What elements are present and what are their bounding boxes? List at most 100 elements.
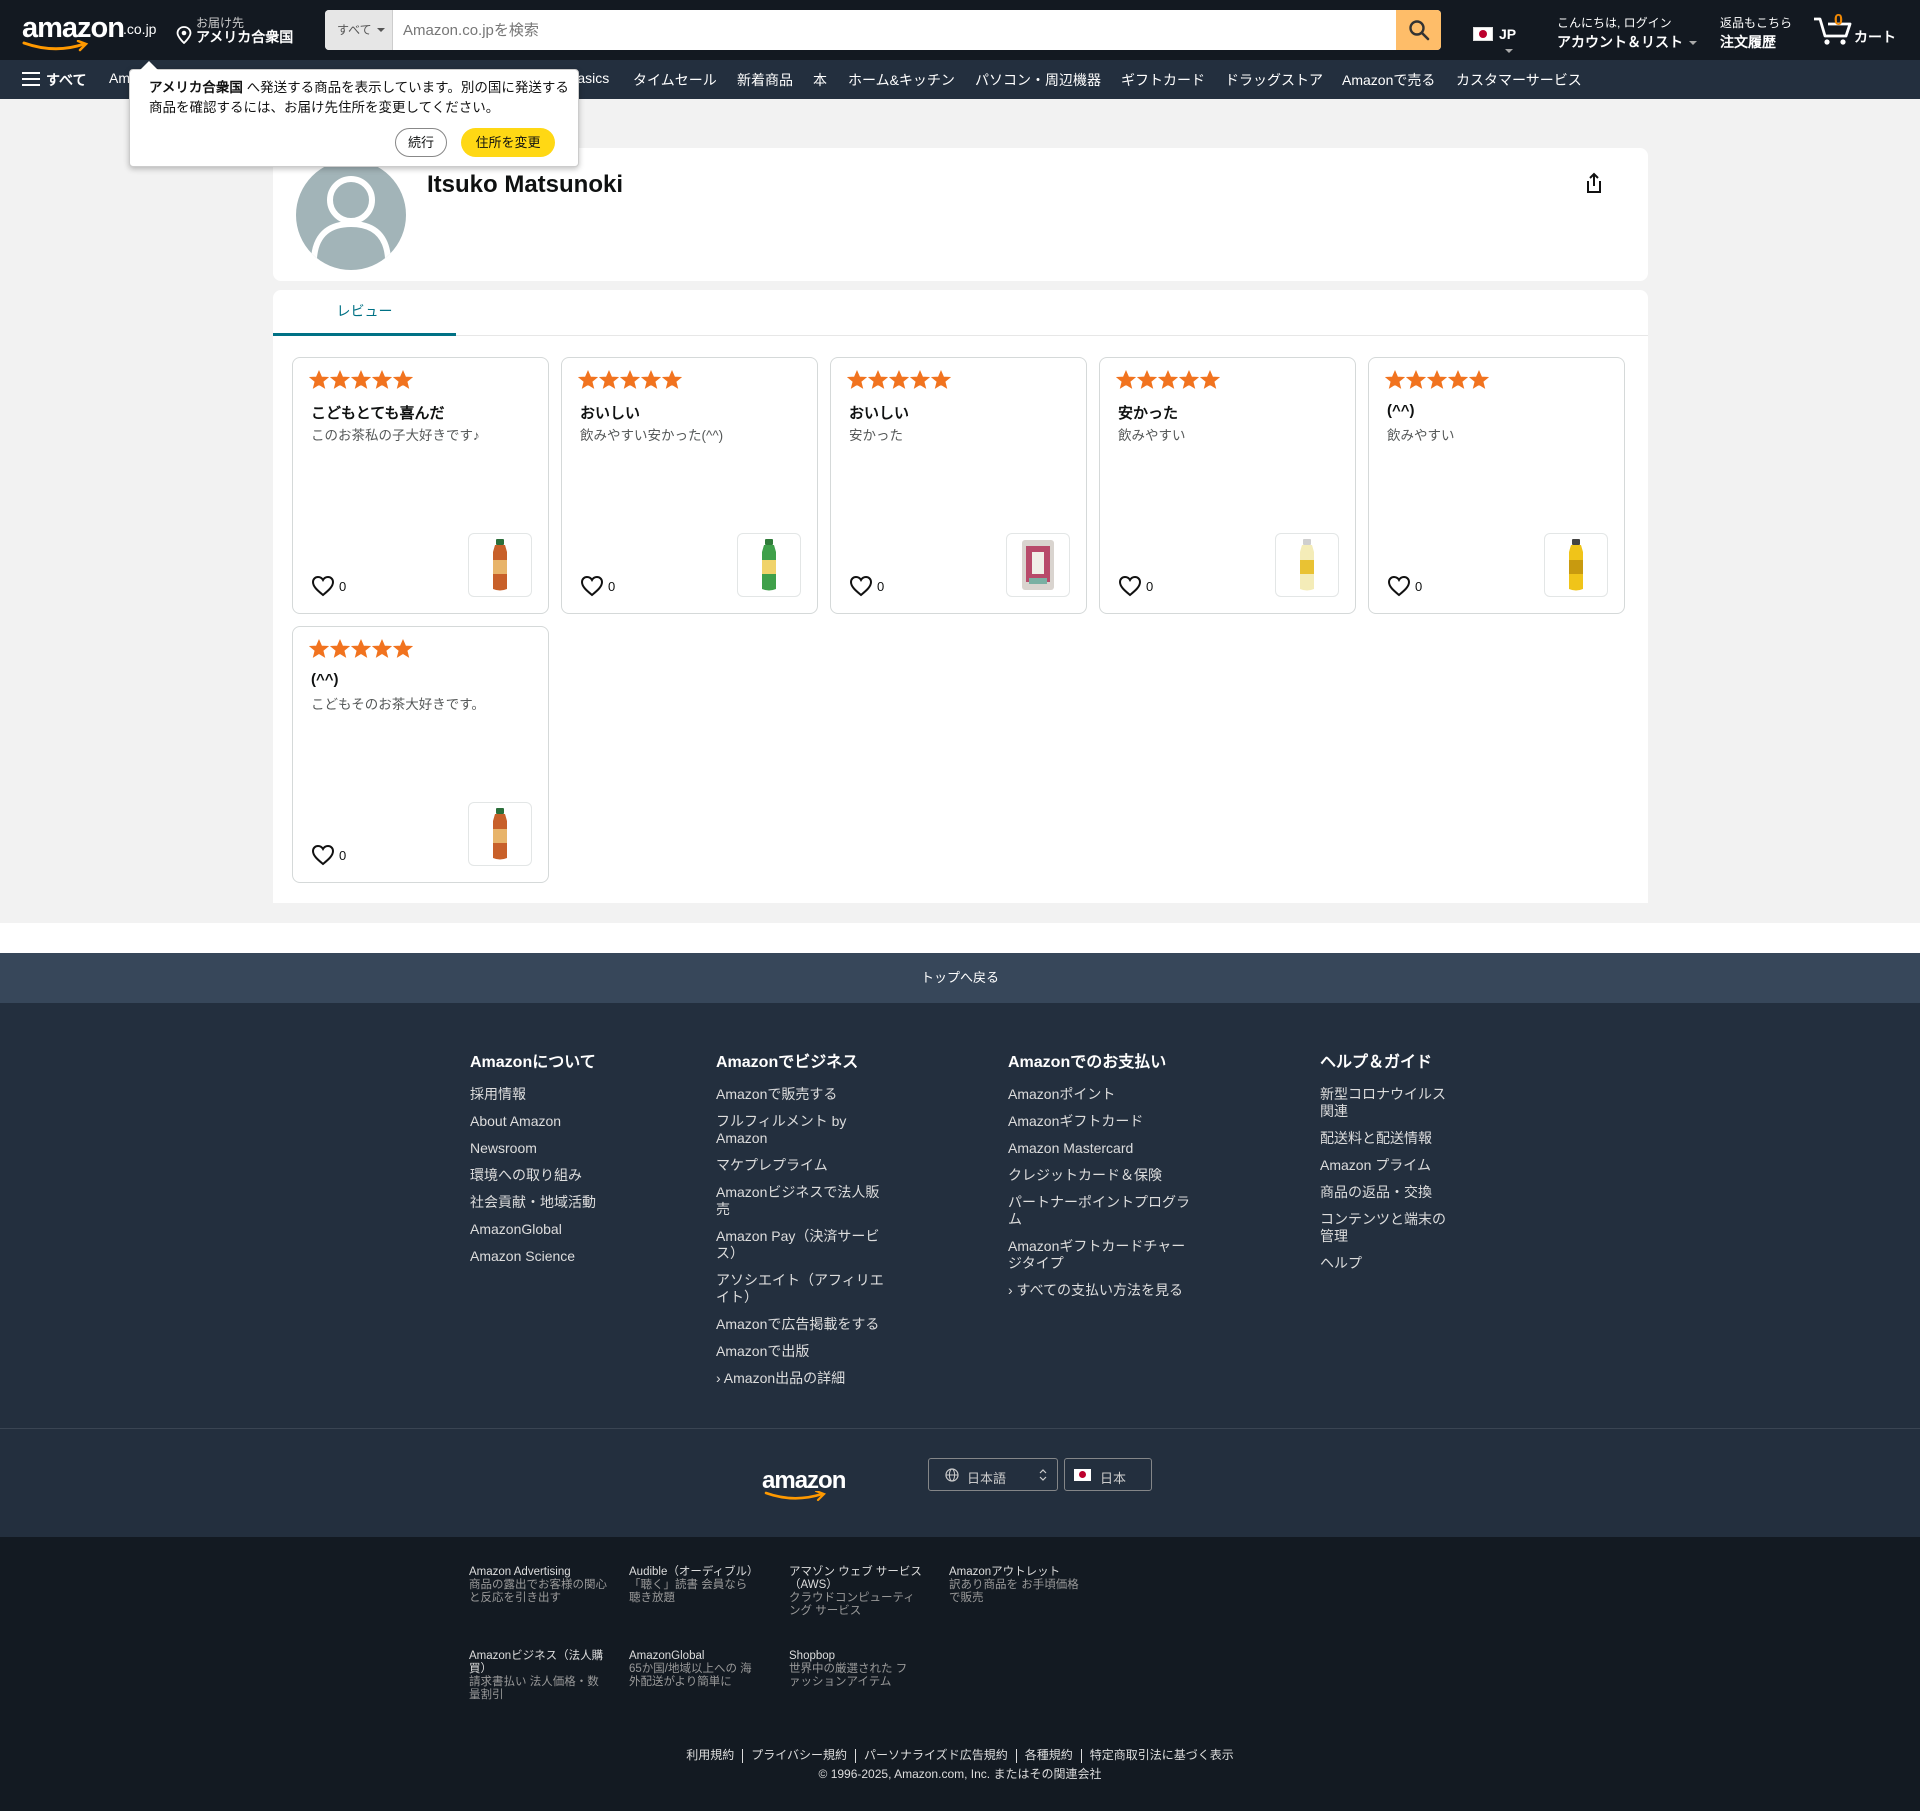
- returns-orders[interactable]: 返品もこちら 注文履歴: [1720, 14, 1800, 52]
- search-input[interactable]: [393, 10, 1393, 50]
- footer-link[interactable]: ヘルプ: [1320, 1255, 1450, 1272]
- product-thumbnail[interactable]: [1544, 533, 1608, 597]
- legal-link-policies[interactable]: 各種規約: [1025, 1748, 1073, 1762]
- heart-icon[interactable]: [1387, 575, 1411, 597]
- service-item[interactable]: Shopbop 世界中の厳選された ファッションアイテム: [789, 1650, 914, 1689]
- legal-link-ads[interactable]: パーソナライズド広告規約: [864, 1748, 1008, 1762]
- footer-link[interactable]: Amazonギフトカードチャージタイプ: [1008, 1238, 1193, 1272]
- nav-item-books[interactable]: 本: [813, 70, 827, 90]
- footer-link[interactable]: Amazonで広告掲載をする: [716, 1316, 891, 1333]
- account-menu[interactable]: こんにちは, ログイン アカウント＆リスト: [1557, 14, 1707, 52]
- share-button[interactable]: [1579, 168, 1609, 198]
- footer-column-payment: Amazonでのお支払い Amazonポイント Amazonギフトカード Ama…: [1008, 1048, 1193, 1309]
- footer-link[interactable]: › Amazon出品の詳細: [716, 1370, 891, 1387]
- footer-link[interactable]: Amazonビジネスで法人販売: [716, 1184, 891, 1218]
- product-thumbnail[interactable]: [468, 533, 532, 597]
- change-address-button[interactable]: 住所を変更: [461, 128, 555, 157]
- product-thumbnail[interactable]: [468, 802, 532, 866]
- footer-link[interactable]: パートナーポイントプログラム: [1008, 1194, 1193, 1228]
- footer-link[interactable]: 商品の返品・交換: [1320, 1184, 1450, 1201]
- tab-reviews[interactable]: レビュー: [273, 290, 456, 336]
- product-thumbnail[interactable]: [1006, 533, 1070, 597]
- footer-link[interactable]: › すべての支払い方法を見る: [1008, 1282, 1193, 1299]
- footer-link[interactable]: AmazonGlobal: [470, 1221, 650, 1238]
- smile-arrow-icon: [764, 1491, 826, 1502]
- like-count: 0: [1415, 579, 1423, 594]
- service-item[interactable]: AmazonGlobal 65か国/地域以上への 海外配送がより簡単に: [629, 1650, 754, 1689]
- footer-link[interactable]: Amazon Mastercard: [1008, 1140, 1193, 1157]
- footer-link[interactable]: About Amazon: [470, 1113, 650, 1130]
- footer-link[interactable]: アソシエイト（アフィリエイト）: [716, 1272, 891, 1306]
- review-card[interactable]: 安かった 飲みやすい 0: [1099, 357, 1356, 614]
- footer-link[interactable]: Newsroom: [470, 1140, 650, 1157]
- product-thumbnail[interactable]: [737, 533, 801, 597]
- deliver-to[interactable]: お届け先 アメリカ合衆国: [176, 14, 306, 48]
- footer-link[interactable]: Amazon プライム: [1320, 1157, 1450, 1174]
- service-item[interactable]: Audible（オーディブル） 「聴く」読書 会員なら聴き放題: [629, 1566, 759, 1605]
- heart-icon[interactable]: [311, 575, 335, 597]
- heart-icon[interactable]: [311, 844, 335, 866]
- footer-link[interactable]: マケプレプライム: [716, 1157, 891, 1174]
- review-card[interactable]: おいしい 安かった 0: [830, 357, 1087, 614]
- product-thumbnail[interactable]: [1275, 533, 1339, 597]
- search-category-dropdown[interactable]: すべて: [325, 10, 393, 50]
- amazon-logo[interactable]: amazon .co.jp: [20, 12, 160, 54]
- star-icon: [1385, 370, 1405, 389]
- review-title: おいしい: [849, 405, 910, 422]
- drink-bottle-image: [1300, 539, 1314, 591]
- star-icon: [1469, 370, 1489, 389]
- review-card[interactable]: こどもとても喜んだ このお茶私の子大好きです♪ 0: [292, 357, 549, 614]
- footer-link[interactable]: 環境への取り組み: [470, 1167, 650, 1184]
- heart-icon[interactable]: [849, 575, 873, 597]
- footer-link[interactable]: クレジットカード＆保険: [1008, 1167, 1193, 1184]
- nav-item-am[interactable]: Am: [109, 70, 130, 86]
- country-select[interactable]: 日本: [1064, 1458, 1152, 1491]
- nav-item-customer-service[interactable]: カスタマーサービス: [1456, 70, 1582, 90]
- footer-link[interactable]: Amazonで出版: [716, 1343, 891, 1360]
- service-item[interactable]: Amazonアウトレット 訳あり商品を お手頃価格で販売: [949, 1566, 1089, 1605]
- heart-icon[interactable]: [1118, 575, 1142, 597]
- service-item[interactable]: アマゾン ウェブ サービス（AWS） クラウドコンピューティング サービス: [789, 1566, 924, 1618]
- footer-link[interactable]: コンテンツと端末の管理: [1320, 1211, 1450, 1245]
- cart-button[interactable]: 0 カート: [1812, 10, 1902, 50]
- back-to-top-link[interactable]: トップへ戻る: [0, 953, 1920, 1003]
- service-item[interactable]: Amazon Advertising 商品の露出でお客様の関心と反応を引き出す: [469, 1566, 609, 1605]
- footer-link[interactable]: Amazonポイント: [1008, 1086, 1193, 1103]
- search-button[interactable]: [1396, 10, 1441, 50]
- footer-link[interactable]: 社会貢献・地域活動: [470, 1194, 650, 1211]
- all-menu-button[interactable]: すべて: [22, 70, 86, 90]
- footer-amazon-logo[interactable]: amazon: [762, 1467, 846, 1502]
- footer-logo-text: amazon: [762, 1467, 846, 1494]
- nav-item-timesale[interactable]: タイムセール: [633, 70, 717, 90]
- footer-link[interactable]: Amazonギフトカード: [1008, 1113, 1193, 1130]
- nav-item-giftcard[interactable]: ギフトカード: [1121, 70, 1205, 90]
- service-item[interactable]: Amazonビジネス（法人購買） 請求書払い 法人価格・数量割引: [469, 1650, 604, 1702]
- heart-icon[interactable]: [580, 575, 604, 597]
- nav-item-new[interactable]: 新着商品: [737, 70, 793, 90]
- sort-arrows-icon: [1039, 1469, 1047, 1481]
- nav-item-home-kitchen[interactable]: ホーム&キッチン: [848, 70, 955, 90]
- footer-link[interactable]: 新型コロナウイルス関連: [1320, 1086, 1450, 1120]
- review-card[interactable]: (^^) 飲みやすい 0: [1368, 357, 1625, 614]
- service-desc: 世界中の厳選された ファッションアイテム: [789, 1663, 908, 1688]
- continue-button[interactable]: 続行: [395, 128, 447, 157]
- footer-link[interactable]: 採用情報: [470, 1086, 650, 1103]
- legal-link-privacy[interactable]: プライバシー規約: [751, 1748, 847, 1762]
- legal-link-commerce-act[interactable]: 特定商取引法に基づく表示: [1090, 1748, 1234, 1762]
- review-card[interactable]: おいしい 飲みやすい安かった(^^) 0: [561, 357, 818, 614]
- nav-item-drugstore[interactable]: ドラッグストア: [1225, 70, 1323, 90]
- nav-item-pc[interactable]: パソコン・周辺機器: [975, 70, 1101, 90]
- share-icon: [1587, 172, 1601, 193]
- language-select[interactable]: 日本語: [928, 1458, 1058, 1491]
- footer-link[interactable]: Amazon Pay（決済サービス）: [716, 1228, 891, 1262]
- legal-links: 利用規約 プライバシー規約 パーソナライズド広告規約 各種規約 特定商取引法に基づく表示: [0, 1746, 1920, 1763]
- nav-item-sell[interactable]: Amazonで売る: [1342, 70, 1435, 90]
- review-card[interactable]: (^^) こどもそのお茶大好きです。 0: [292, 626, 549, 883]
- footer-link[interactable]: Amazon Science: [470, 1248, 650, 1265]
- legal-link-terms[interactable]: 利用規約: [686, 1748, 734, 1762]
- footer-link[interactable]: フルフィルメント by Amazon: [716, 1113, 891, 1147]
- footer-link[interactable]: Amazonで販売する: [716, 1086, 891, 1103]
- star-rating: [578, 370, 682, 390]
- footer-link[interactable]: 配送料と配送情報: [1320, 1130, 1450, 1147]
- tab-bar: レビュー: [273, 290, 1648, 336]
